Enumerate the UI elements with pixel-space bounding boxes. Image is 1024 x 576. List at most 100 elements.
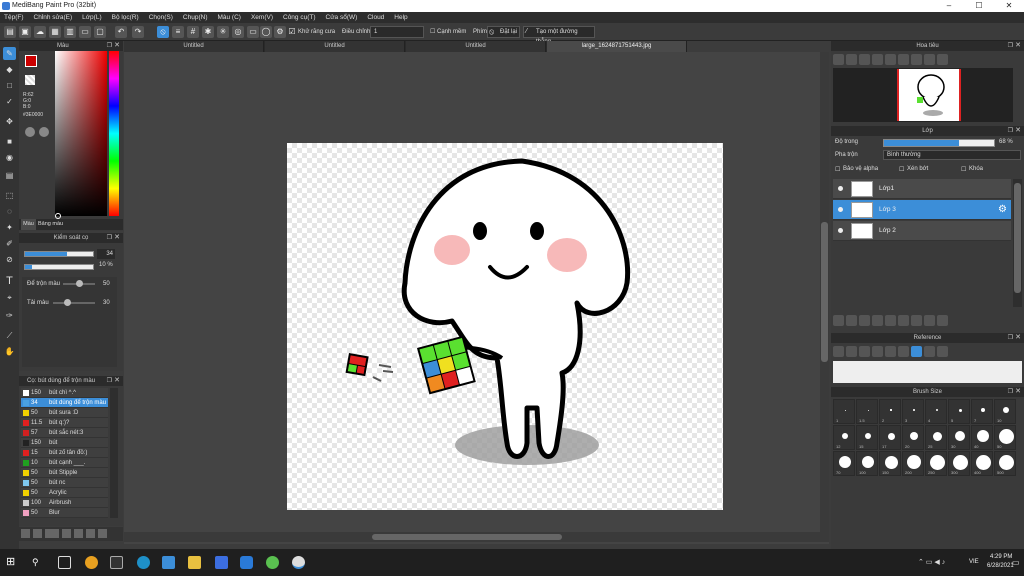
brush-list-item[interactable]: 150 bút bbox=[21, 438, 108, 448]
magic-wand-tool-icon[interactable]: ✦ bbox=[3, 221, 16, 234]
brush-size-cell[interactable]: 25 bbox=[925, 425, 947, 450]
rectangle-tool-icon[interactable]: □ bbox=[3, 79, 16, 92]
close-panel-icon[interactable]: ✕ bbox=[114, 233, 120, 243]
color-picker-icon[interactable] bbox=[39, 127, 49, 137]
brush-list-scrollbar[interactable] bbox=[110, 388, 118, 518]
brush-size-cell[interactable]: 15 bbox=[856, 425, 878, 450]
brush-size-cell[interactable]: 1 bbox=[833, 399, 855, 424]
save-icon[interactable]: ▭ bbox=[79, 26, 91, 38]
brush-list-item[interactable]: 50 Acrylic bbox=[21, 488, 108, 498]
select-pen-tool-icon[interactable]: ✐ bbox=[3, 237, 16, 250]
lasso-tool-icon[interactable]: ◌ bbox=[3, 205, 16, 218]
brush-tool-icon[interactable]: ✎ bbox=[3, 47, 16, 60]
saturation-value-picker[interactable] bbox=[55, 51, 107, 216]
clock-time[interactable]: 4:29 PM bbox=[990, 554, 1012, 560]
add-brush-icon[interactable] bbox=[21, 529, 30, 538]
close-panel-icon[interactable]: ✕ bbox=[114, 376, 120, 386]
brush-size-cell[interactable]: 500 bbox=[994, 451, 1016, 476]
float-icon[interactable]: ❐ bbox=[107, 233, 112, 243]
brush-size-cell[interactable]: 3 bbox=[902, 399, 924, 424]
reference-zoom-in-icon[interactable] bbox=[872, 346, 883, 357]
clock-date[interactable]: 6/28/2021 bbox=[987, 563, 1014, 569]
brush-list-item[interactable]: 50 Blur bbox=[21, 508, 108, 518]
menu-tools[interactable]: Công cụ(T) bbox=[283, 12, 316, 23]
store-icon[interactable] bbox=[215, 556, 228, 569]
close-panel-icon[interactable]: ✕ bbox=[1015, 41, 1021, 51]
tab-color[interactable]: Màu bbox=[21, 219, 36, 230]
hand-tool-icon[interactable]: ✋ bbox=[3, 345, 16, 358]
lock-checkbox[interactable]: ☐ bbox=[961, 166, 966, 173]
menu-edit[interactable]: Chỉnh sửa(E) bbox=[34, 12, 73, 23]
menu-window[interactable]: Cửa sổ(W) bbox=[326, 12, 358, 23]
tab-doc-4[interactable]: large_1624871751443.jpg bbox=[547, 41, 687, 52]
brush-size-cell[interactable]: 12 bbox=[833, 425, 855, 450]
brush-size-cell[interactable]: 20 bbox=[902, 425, 924, 450]
float-icon[interactable]: ❐ bbox=[107, 376, 112, 386]
layer-settings-icon[interactable] bbox=[924, 315, 935, 326]
reference-fit-icon[interactable] bbox=[924, 346, 935, 357]
blend-mode-select[interactable]: Bình thường bbox=[883, 150, 1021, 160]
ie-icon[interactable] bbox=[162, 556, 175, 569]
brush-list-item[interactable]: 11.5 bút q:)? bbox=[21, 418, 108, 428]
mix-slider[interactable] bbox=[53, 302, 95, 304]
layer-row[interactable]: Lớp1 bbox=[833, 179, 1011, 199]
add-8bit-layer-icon[interactable] bbox=[859, 315, 870, 326]
brush-size-cell[interactable]: 150 bbox=[879, 451, 901, 476]
add-halftone-layer-icon[interactable] bbox=[846, 315, 857, 326]
menu-filter[interactable]: Bộ lọc(R) bbox=[112, 12, 139, 23]
navigator-preview[interactable] bbox=[833, 68, 1013, 122]
snap-vanish-icon[interactable]: ✱ bbox=[202, 26, 214, 38]
actual-size-icon[interactable] bbox=[872, 54, 883, 65]
brush-size-cell[interactable]: 300 bbox=[948, 451, 970, 476]
fit-icon[interactable] bbox=[859, 54, 870, 65]
horizontal-scrollbar[interactable] bbox=[124, 532, 829, 542]
snap-off-icon[interactable]: ⦸ bbox=[157, 26, 169, 38]
snap-settings-icon[interactable]: ⚙ bbox=[274, 26, 286, 38]
menu-cloud[interactable]: Cloud bbox=[367, 12, 384, 23]
close-panel-icon[interactable]: ✕ bbox=[1015, 387, 1021, 397]
menu-layer[interactable]: Lớp(L) bbox=[82, 12, 101, 23]
brush-list-item[interactable]: 50 bút nc bbox=[21, 478, 108, 488]
layers-scrollbar[interactable] bbox=[1013, 179, 1022, 307]
correction-select[interactable]: 1 bbox=[370, 26, 424, 38]
brush-list-item[interactable]: 57 bút sắc nét:3 bbox=[21, 428, 108, 438]
minimize-button[interactable]: – bbox=[934, 0, 964, 12]
brush-menu-icon[interactable] bbox=[45, 529, 59, 538]
snap-radial-icon[interactable]: ✳ bbox=[217, 26, 229, 38]
menu-help[interactable]: Help bbox=[394, 12, 407, 23]
protect-alpha-checkbox[interactable]: ☐ bbox=[835, 166, 840, 173]
tab-palette[interactable]: Bảng màu bbox=[38, 219, 63, 230]
mix-knob[interactable] bbox=[64, 299, 71, 306]
edge-icon[interactable] bbox=[137, 556, 150, 569]
brush-size-cell[interactable]: 30 bbox=[948, 425, 970, 450]
color-wheel-icon[interactable] bbox=[25, 127, 35, 137]
layer-opacity-slider[interactable] bbox=[883, 139, 995, 147]
layer-menu-icon[interactable] bbox=[872, 315, 883, 326]
brush-size-cell[interactable]: 400 bbox=[971, 451, 993, 476]
horizontal-scroll-thumb[interactable] bbox=[372, 534, 562, 540]
brush-size-cell[interactable]: 2 bbox=[879, 399, 901, 424]
task-view-icon[interactable] bbox=[58, 556, 71, 569]
brush-size-cell[interactable]: 70 bbox=[833, 451, 855, 476]
medibang-app-icon[interactable] bbox=[266, 556, 279, 569]
reference-rotate-icon[interactable] bbox=[937, 346, 948, 357]
brush-size-cell[interactable]: 4 bbox=[925, 399, 947, 424]
layers-scroll-thumb[interactable] bbox=[1014, 183, 1021, 293]
clipping-checkbox[interactable]: ☐ bbox=[899, 166, 904, 173]
reset-rotation-icon[interactable] bbox=[911, 54, 922, 65]
check-tool-icon[interactable]: ✓ bbox=[3, 95, 16, 108]
close-panel-icon[interactable]: ✕ bbox=[114, 41, 120, 51]
layer-row[interactable]: Lớp 2 bbox=[833, 221, 1011, 241]
foreground-color-swatch[interactable] bbox=[25, 55, 37, 67]
chrome-icon[interactable] bbox=[85, 556, 98, 569]
flip-icon[interactable] bbox=[937, 54, 948, 65]
brush-list-item[interactable]: 150 bút chì ^.^ bbox=[21, 388, 108, 398]
cloud-icon[interactable]: ☁ bbox=[34, 26, 46, 38]
gradient-tool-icon[interactable]: ▤ bbox=[3, 169, 16, 182]
rotate-left-icon[interactable] bbox=[898, 54, 909, 65]
brush-list-item[interactable]: 15 bút zố tân đồ:) bbox=[21, 448, 108, 458]
layer-folder-icon[interactable] bbox=[885, 315, 896, 326]
new-file-icon[interactable]: ▤ bbox=[4, 26, 16, 38]
drawing-canvas[interactable] bbox=[287, 143, 723, 510]
search-icon[interactable]: ⚲ bbox=[32, 556, 45, 569]
